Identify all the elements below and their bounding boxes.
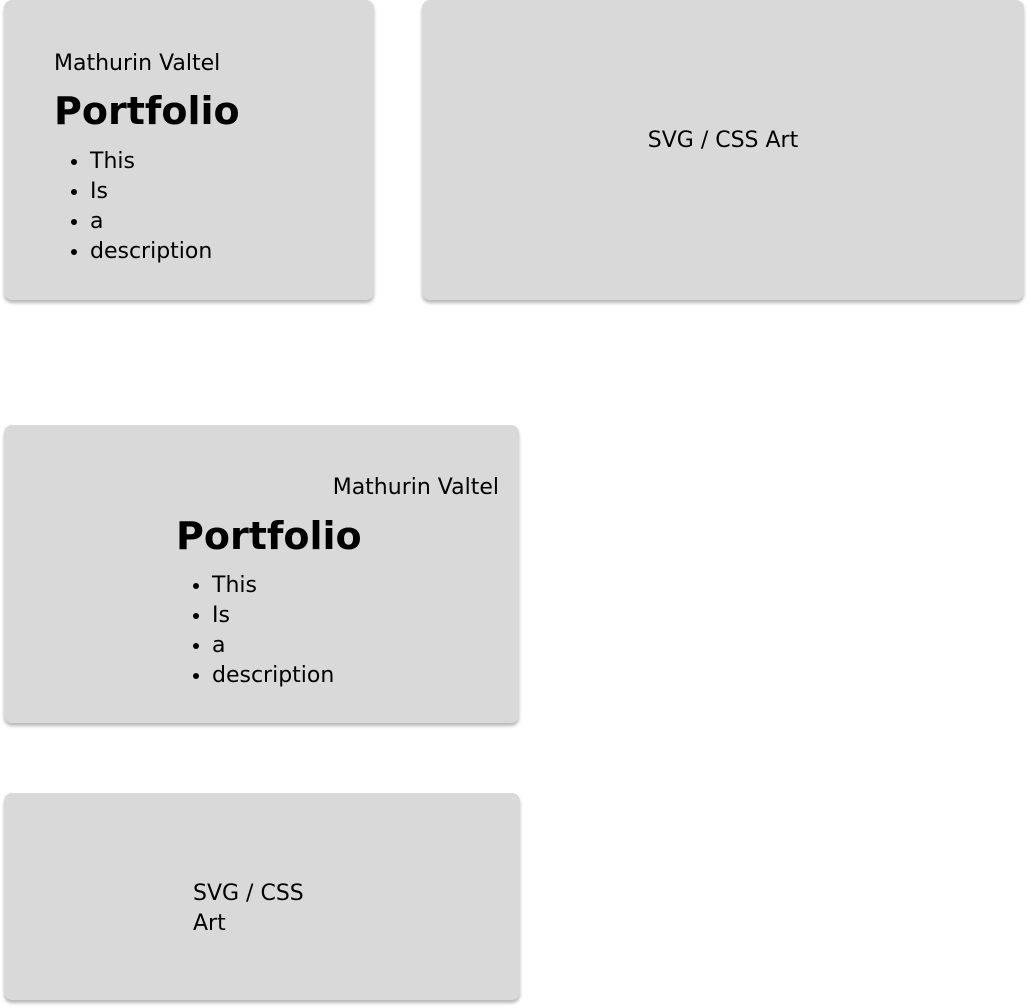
description-item: This: [90, 147, 212, 177]
description-item: description: [90, 237, 212, 267]
description-item: Is: [90, 177, 212, 207]
art-card-label: SVG / CSS Art: [647, 128, 799, 153]
art-card-label: SVG / CSS Art: [193, 881, 304, 936]
portfolio-title: Portfolio: [54, 89, 240, 133]
art-card-variant: SVG / CSS Art: [4, 793, 520, 1000]
art-card: SVG / CSS Art: [422, 0, 1024, 300]
description-item: description: [212, 661, 334, 691]
portfolio-title: Portfolio: [176, 514, 362, 558]
author-name: Mathurin Valtel: [54, 51, 221, 76]
description-item: This: [212, 571, 334, 601]
description-item: Is: [212, 601, 334, 631]
description-item: a: [90, 207, 212, 237]
description-list: This Is a description: [54, 147, 212, 267]
author-name: Mathurin Valtel: [332, 475, 499, 500]
description-item: a: [212, 631, 334, 661]
description-list: This Is a description: [176, 571, 334, 691]
intro-card-variant: Mathurin Valtel Portfolio This Is a desc…: [4, 425, 519, 723]
intro-card: Mathurin Valtel Portfolio This Is a desc…: [4, 0, 374, 300]
